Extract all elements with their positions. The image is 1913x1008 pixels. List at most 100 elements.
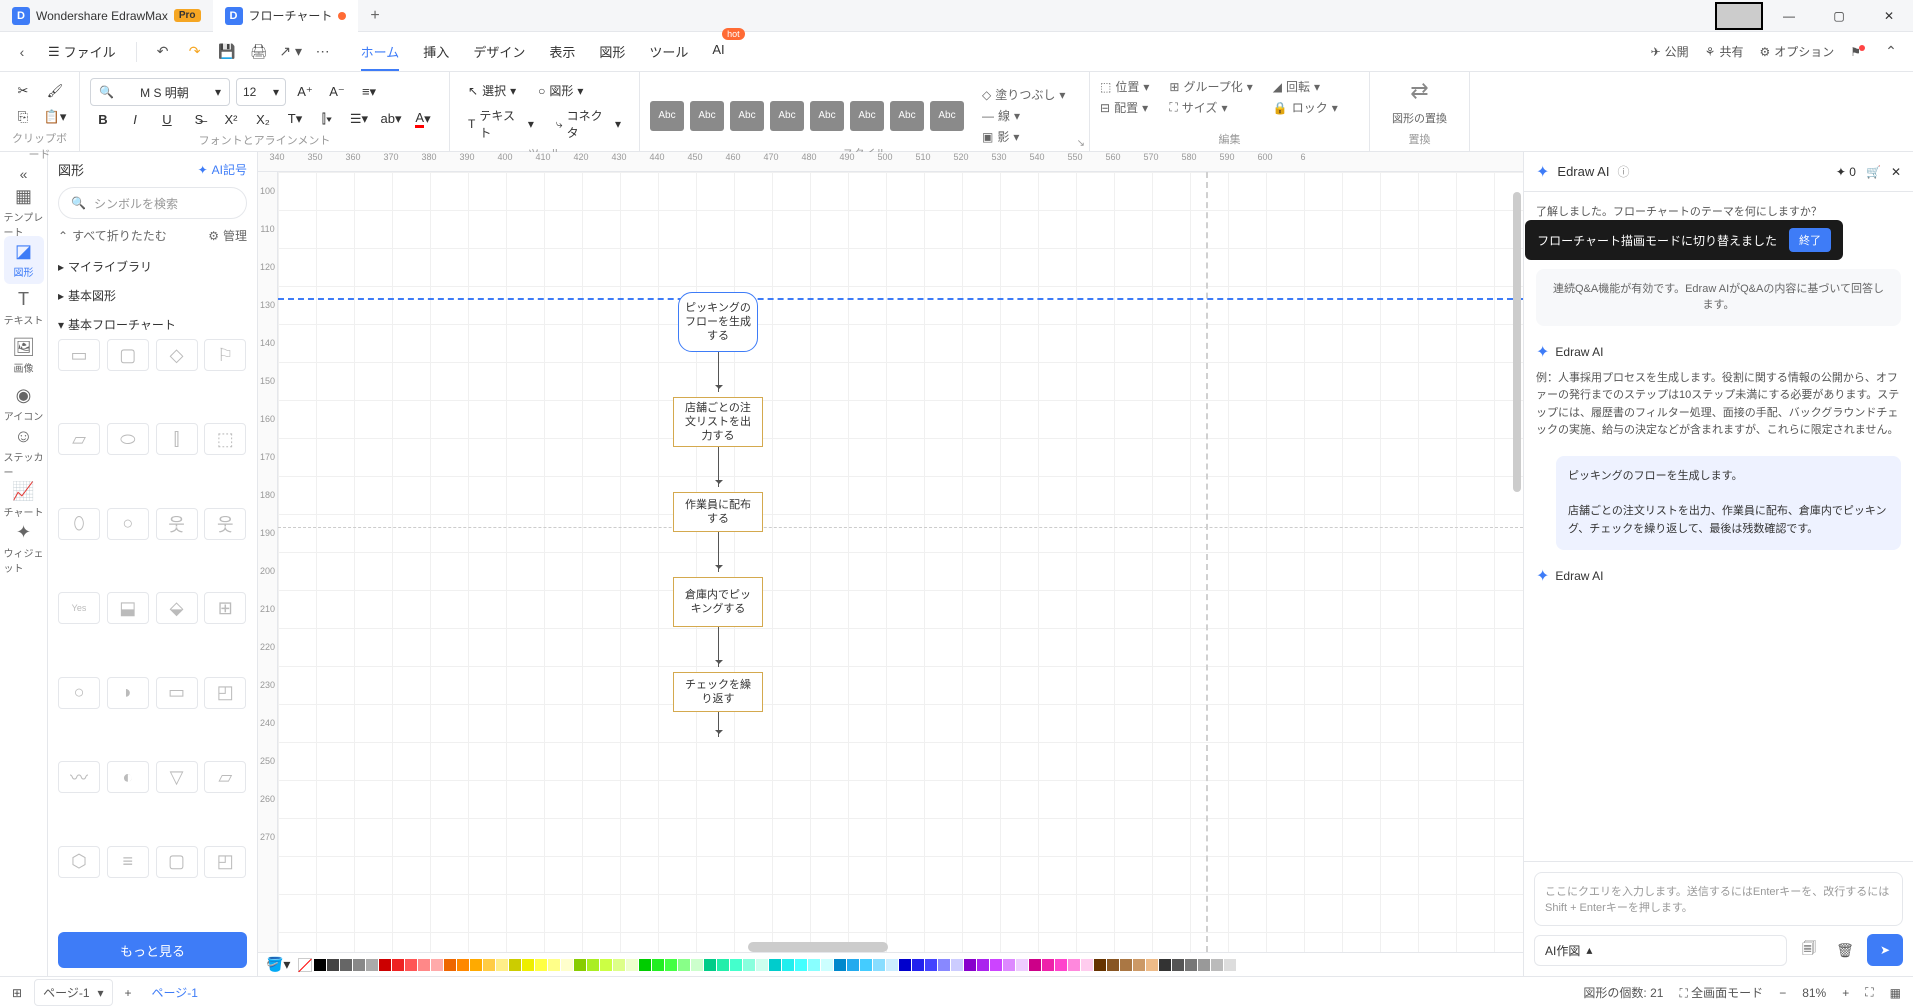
style-7[interactable]: Abc (890, 101, 924, 131)
page-tab[interactable]: ページ-1 (144, 984, 206, 1001)
color-swatch[interactable] (548, 959, 560, 971)
more-button[interactable]: ⋯ (309, 38, 337, 66)
file-menu[interactable]: ☰ ファイル (40, 42, 124, 61)
collapse-all-button[interactable]: ⌃ すべて折りたたむ (58, 227, 167, 244)
publish-button[interactable]: ✈ 公開 (1651, 43, 1689, 60)
group-button[interactable]: ⊞ グループ化 ▾ (1169, 78, 1252, 95)
list-button[interactable]: ☰▾ (346, 106, 372, 132)
close-ai-button[interactable]: ✕ (1891, 165, 1901, 179)
shape-cylinder[interactable]: ⬓ (107, 592, 149, 624)
shape-table[interactable]: ⊞ (204, 592, 246, 624)
color-swatch[interactable] (938, 959, 950, 971)
collapse-rail-button[interactable]: « (10, 160, 38, 188)
color-swatch[interactable] (756, 959, 768, 971)
color-swatch[interactable] (1237, 959, 1249, 971)
tab-ai[interactable]: AIhot (712, 32, 724, 71)
shape-card[interactable]: ▭ (156, 677, 198, 709)
color-swatch[interactable] (782, 959, 794, 971)
page-select[interactable]: ページ-1 ▾ (34, 979, 112, 1006)
tab-tool[interactable]: ツール (649, 32, 688, 71)
align-dropdown[interactable]: ≡▾ (356, 79, 382, 105)
rotate-button[interactable]: ◢ 回転 ▾ (1273, 78, 1338, 95)
increase-font-button[interactable]: A⁺ (292, 79, 318, 105)
options-button[interactable]: ⚙ オプション (1759, 43, 1834, 60)
rail-widget[interactable]: ✦ウィジェット (4, 524, 44, 572)
shape-circle[interactable]: ○ (107, 508, 149, 540)
color-swatch[interactable] (1107, 959, 1119, 971)
share-button[interactable]: ⚘ 共有 (1705, 43, 1744, 60)
cart-icon[interactable]: 🛒 (1866, 165, 1881, 179)
color-swatch[interactable] (1224, 959, 1236, 971)
shape-lines[interactable]: ≡ (107, 846, 149, 878)
tab-view[interactable]: 表示 (549, 32, 575, 71)
color-swatch[interactable] (353, 959, 365, 971)
canvas[interactable]: ピッキングのフローを生成する 店舗ごとの注文リストを出力する 作業員に配布する … (278, 172, 1523, 952)
color-swatch[interactable] (678, 959, 690, 971)
more-shapes-button[interactable]: もっと見る (58, 932, 247, 968)
color-swatch[interactable] (561, 959, 573, 971)
rail-template[interactable]: ▦テンプレート (4, 188, 44, 236)
add-page-button[interactable]: + (125, 986, 132, 1000)
scrollbar-h[interactable] (748, 942, 888, 952)
ai-mode-select[interactable]: AI作図 ▴ (1534, 935, 1787, 966)
manage-button[interactable]: ⚙ 管理 (208, 227, 247, 244)
maximize-button[interactable]: ▢ (1815, 0, 1863, 32)
color-swatch[interactable] (821, 959, 833, 971)
spacing-button[interactable]: ⫿▾ (314, 106, 340, 132)
bold-button[interactable]: B (90, 106, 116, 132)
copy-button[interactable]: ⎘ (10, 104, 36, 130)
color-swatch[interactable] (912, 959, 924, 971)
color-swatch[interactable] (1120, 959, 1132, 971)
back-button[interactable]: ‹ (8, 38, 36, 66)
undo-button[interactable]: ↶ (149, 38, 177, 66)
style-5[interactable]: Abc (810, 101, 844, 131)
color-swatch[interactable] (886, 959, 898, 971)
print-button[interactable]: 🖨 (245, 38, 273, 66)
color-swatch[interactable] (1198, 959, 1210, 971)
shape-hex[interactable]: ⬡ (58, 846, 100, 878)
rail-image[interactable]: 🖼画像 (4, 332, 44, 380)
ai-history-button[interactable]: 🗐 (1795, 936, 1823, 964)
ai-input[interactable]: ここにクエリを入力します。送信するにはEnterキーを、改行するにはShift … (1534, 872, 1903, 926)
style-2[interactable]: Abc (690, 101, 724, 131)
color-swatch[interactable] (366, 959, 378, 971)
line-button[interactable]: — 線 ▾ (982, 107, 1065, 124)
font-select[interactable]: 🔍 M S 明朝 ▾ (90, 78, 230, 106)
shape-circle2[interactable]: ○ (58, 677, 100, 709)
color-swatch[interactable] (1081, 959, 1093, 971)
color-swatch[interactable] (587, 959, 599, 971)
color-swatch[interactable] (379, 959, 391, 971)
color-swatch[interactable] (600, 959, 612, 971)
align-button[interactable]: ⊟ 配置 ▾ (1100, 99, 1149, 116)
color-swatch[interactable] (743, 959, 755, 971)
color-swatch[interactable] (951, 959, 963, 971)
tab-insert[interactable]: 挿入 (423, 32, 449, 71)
fit-button[interactable]: ⛶ (1865, 985, 1873, 1000)
node-start[interactable]: ピッキングのフローを生成する (678, 292, 758, 352)
color-swatch[interactable] (444, 959, 456, 971)
fill-button[interactable]: ◇ 塗りつぶし ▾ (982, 86, 1065, 103)
color-swatch[interactable] (1172, 959, 1184, 971)
shape-wave[interactable]: 〰 (58, 761, 100, 793)
rail-chart[interactable]: 📈チャート (4, 476, 44, 524)
ai-send-button[interactable]: ➤ (1867, 934, 1903, 966)
node-1[interactable]: 店舗ごとの注文リストを出力する (673, 397, 763, 447)
color-swatch[interactable] (847, 959, 859, 971)
color-swatch[interactable] (1003, 959, 1015, 971)
color-swatch[interactable] (405, 959, 417, 971)
no-fill-button[interactable] (298, 958, 312, 972)
credits-button[interactable]: ✦ 0 (1836, 165, 1856, 179)
color-swatch[interactable] (873, 959, 885, 971)
rail-shape[interactable]: ◪図形 (4, 236, 44, 284)
color-swatch[interactable] (860, 959, 872, 971)
strike-button[interactable]: S̶ (186, 106, 212, 132)
style-1[interactable]: Abc (650, 101, 684, 131)
zoom-out-button[interactable]: − (1779, 986, 1786, 1000)
shape-pill[interactable]: ⬭ (107, 423, 149, 455)
color-swatch[interactable] (808, 959, 820, 971)
doc-tab[interactable]: D フローチャート (213, 0, 359, 32)
color-swatch[interactable] (340, 959, 352, 971)
color-swatch[interactable] (1133, 959, 1145, 971)
color-swatch[interactable] (704, 959, 716, 971)
help-icon[interactable]: ⓘ (1617, 163, 1629, 180)
